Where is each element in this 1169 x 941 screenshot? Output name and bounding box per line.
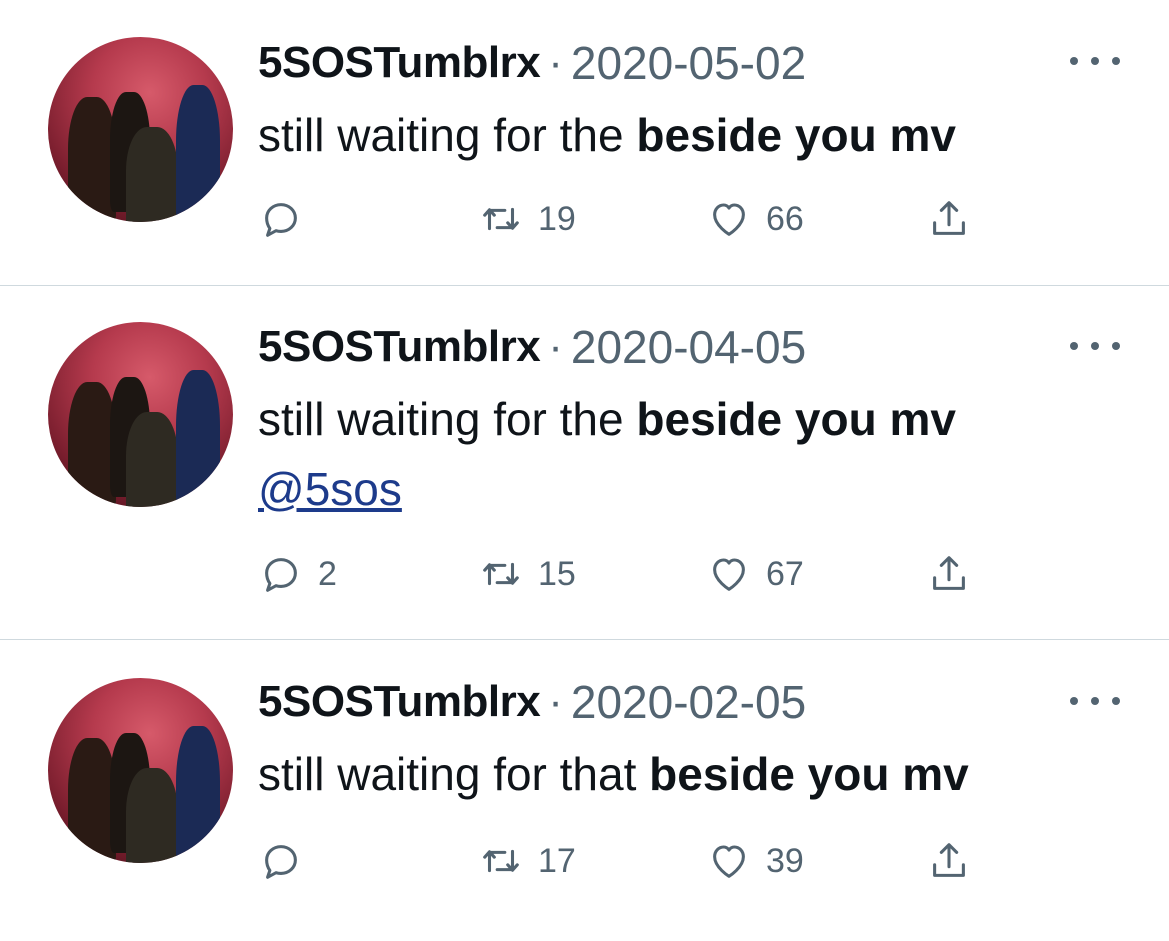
share-icon — [933, 556, 965, 590]
username[interactable]: 5SOSTumblrx — [258, 677, 541, 727]
share-button[interactable] — [926, 549, 972, 599]
separator-dot: · — [548, 322, 563, 371]
tweet-header: 5SOSTumblrx · 2020-05-02 — [258, 33, 806, 93]
tweet-date[interactable]: 2020-02-05 — [571, 675, 806, 729]
tweet-date[interactable]: 2020-04-05 — [571, 320, 806, 374]
tweet-text: still waiting for the beside you mv @5so… — [258, 384, 956, 524]
avatar[interactable] — [48, 37, 233, 222]
tweet-text-bold: beside you mv — [636, 393, 956, 445]
tweet-text-bold: beside you mv — [636, 109, 956, 161]
separator-dot: · — [548, 38, 563, 87]
reply-icon — [265, 558, 297, 592]
more-icon[interactable] — [1070, 46, 1120, 76]
reply-count: 2 — [318, 554, 337, 593]
share-button[interactable] — [926, 194, 972, 244]
retweet-button[interactable]: 19 — [478, 194, 576, 244]
retweet-count: 19 — [538, 199, 576, 238]
tweet-header: 5SOSTumblrx · 2020-02-05 — [258, 672, 806, 732]
tweet-actions: 17 39 — [258, 836, 978, 886]
reply-button[interactable] — [258, 836, 318, 886]
reply-icon — [265, 203, 297, 237]
retweet-count: 17 — [538, 841, 576, 880]
like-icon — [713, 558, 745, 591]
avatar[interactable] — [48, 322, 233, 507]
tweet-header: 5SOSTumblrx · 2020-04-05 — [258, 317, 806, 377]
tweet-actions: 2 15 67 — [258, 549, 978, 599]
like-count: 67 — [766, 554, 804, 593]
retweet-count: 15 — [538, 554, 576, 593]
tweet[interactable]: 5SOSTumblrx · 2020-04-05 still waiting f… — [0, 287, 1169, 640]
tweet[interactable]: 5SOSTumblrx · 2020-05-02 still waiting f… — [0, 0, 1169, 286]
retweet-icon — [483, 849, 519, 873]
reply-button[interactable]: 2 — [258, 549, 337, 599]
tweet[interactable]: 5SOSTumblrx · 2020-02-05 still waiting f… — [0, 641, 1169, 941]
tweet-text-plain: still waiting for the — [258, 393, 637, 445]
retweet-icon — [483, 562, 519, 586]
tweet-text: still waiting for the beside you mv — [258, 100, 956, 170]
tweet-text-plain: still waiting for that — [258, 748, 650, 800]
reply-icon — [265, 845, 297, 879]
tweet-actions: 19 66 — [258, 194, 978, 244]
retweet-button[interactable]: 15 — [478, 549, 576, 599]
like-button[interactable]: 66 — [706, 194, 804, 244]
tweet-text: still waiting for that beside you mv — [258, 739, 969, 809]
like-count: 66 — [766, 199, 804, 238]
like-icon — [713, 203, 745, 236]
like-button[interactable]: 67 — [706, 549, 804, 599]
avatar[interactable] — [48, 678, 233, 863]
retweet-button[interactable]: 17 — [478, 836, 576, 886]
username[interactable]: 5SOSTumblrx — [258, 38, 541, 88]
reply-button[interactable] — [258, 194, 318, 244]
tweet-date[interactable]: 2020-05-02 — [571, 36, 806, 90]
share-button[interactable] — [926, 836, 972, 886]
more-icon[interactable] — [1070, 331, 1120, 361]
username[interactable]: 5SOSTumblrx — [258, 322, 541, 372]
separator-dot: · — [548, 677, 563, 726]
like-icon — [713, 845, 745, 878]
tweet-text-plain: still waiting for the — [258, 109, 637, 161]
tweet-text-bold: beside you mv — [649, 748, 969, 800]
share-icon — [933, 843, 965, 877]
share-icon — [933, 201, 965, 235]
more-icon[interactable] — [1070, 686, 1120, 716]
retweet-icon — [483, 207, 519, 231]
like-count: 39 — [766, 841, 804, 880]
mention-link[interactable]: @5sos — [258, 454, 956, 524]
like-button[interactable]: 39 — [706, 836, 804, 886]
